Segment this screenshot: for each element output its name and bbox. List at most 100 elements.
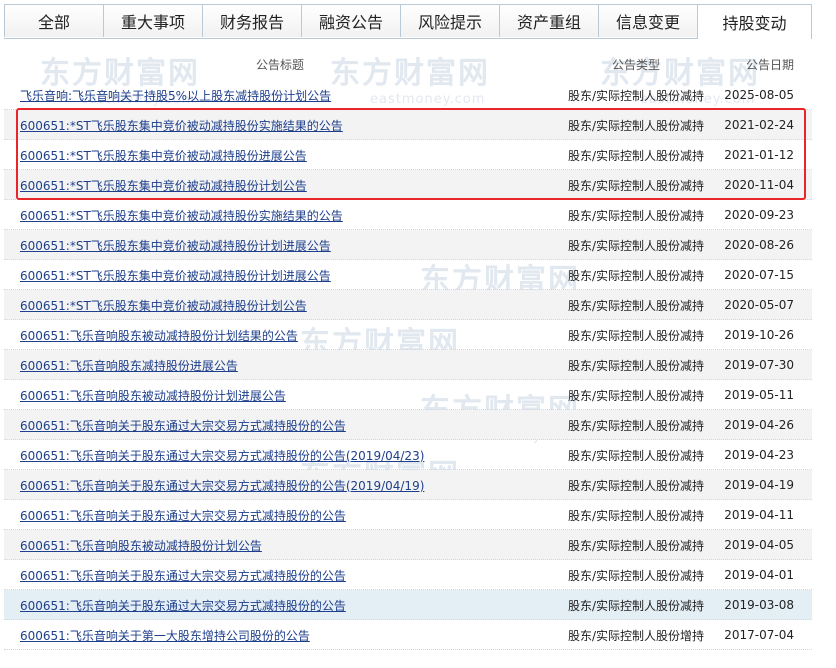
announcement-link[interactable]: 600651:飞乐音响关于股东通过大宗交易方式减持股份的公告 (20, 569, 346, 583)
announcement-link[interactable]: 飞乐音响:飞乐音响关于持股5%以上股东减持股份计划公告 (20, 89, 331, 103)
announcement-link[interactable]: 600651:飞乐音响关于第一大股东增持公司股份的公告 (20, 629, 310, 643)
table-row: 600651:*ST飞乐股东集中竞价被动减持股份计划公告 股东/实际控制人股份减持… (4, 170, 812, 200)
row-type: 股东/实际控制人股份减持 (567, 538, 705, 553)
table-row: 600651:飞乐音响关于第一大股东增持公司股份的公告 股东/实际控制人股份增持 2… (4, 620, 812, 650)
row-date: 2019-04-11 (724, 508, 794, 522)
header-type: 公告类型 (611, 57, 660, 72)
table-row: 600651:飞乐音响股东被动减持股份计划结果的公告 股东/实际控制人股份减持 20… (4, 320, 812, 350)
row-title-cell: 600651:飞乐音响股东被动减持股份计划公告 (4, 537, 556, 554)
announcement-link[interactable]: 600651:飞乐音响关于股东通过大宗交易方式减持股份的公告 (20, 419, 346, 433)
row-date: 2020-05-07 (724, 298, 794, 312)
row-date: 2021-01-12 (724, 148, 794, 162)
announcement-link[interactable]: 600651:*ST飞乐股东集中竞价被动减持股份计划公告 (20, 179, 307, 193)
table-row: 600651:飞乐音响关于股东通过大宗交易方式减持股份的公告 股东/实际控制人股份… (4, 560, 812, 590)
row-date: 2021-02-24 (724, 118, 794, 132)
row-date: 2020-11-04 (724, 178, 794, 192)
row-type: 股东/实际控制人股份减持 (567, 268, 705, 283)
announcement-link[interactable]: 600651:飞乐音响关于股东通过大宗交易方式减持股份的公告 (20, 509, 346, 523)
table-row: 600651:飞乐音响关于股东通过大宗交易方式减持股份的公告 股东/实际控制人股份… (4, 590, 812, 620)
table-row: 600651:*ST飞乐股东集中竞价被动减持股份进展公告 股东/实际控制人股份减持… (4, 140, 812, 170)
announcement-link[interactable]: 600651:飞乐音响股东被动减持股份计划公告 (20, 539, 262, 553)
row-type: 股东/实际控制人股份减持 (567, 178, 705, 193)
table-row: 600651:*ST飞乐股东集中竞价被动减持股份实施结果的公告 股东/实际控制人股… (4, 110, 812, 140)
row-type: 股东/实际控制人股份减持 (567, 508, 705, 523)
row-type: 股东/实际控制人股份减持 (567, 358, 705, 373)
table-row: 600651:飞乐音响关于股东通过大宗交易方式减持股份的公告 股东/实际控制人股份… (4, 410, 812, 440)
row-title-cell: 600651:*ST飞乐股东集中竞价被动减持股份实施结果的公告 (4, 117, 556, 134)
table-row: 600651:飞乐音响股东减持股份进展公告 股东/实际控制人股份减持 2019-07… (4, 350, 812, 380)
announcement-link[interactable]: 600651:飞乐音响关于股东通过大宗交易方式减持股份的公告(2019/04/1… (20, 479, 424, 493)
row-date: 2017-07-04 (724, 628, 794, 642)
row-type: 股东/实际控制人股份减持 (567, 478, 705, 493)
header-date: 公告日期 (745, 57, 794, 72)
table-body: 飞乐音响:飞乐音响关于持股5%以上股东减持股份计划公告 股东/实际控制人股份减持 2… (4, 80, 812, 650)
row-title-cell: 600651:*ST飞乐股东集中竞价被动减持股份计划进展公告 (4, 237, 556, 254)
row-date: 2020-07-15 (724, 268, 794, 282)
row-title-cell: 600651:飞乐音响股东被动减持股份计划进展公告 (4, 387, 556, 404)
row-type: 股东/实际控制人股份减持 (567, 448, 705, 463)
row-date: 2020-09-23 (724, 208, 794, 222)
table-row: 600651:飞乐音响股东被动减持股份计划进展公告 股东/实际控制人股份减持 201… (4, 380, 812, 410)
announcement-link[interactable]: 600651:*ST飞乐股东集中竞价被动减持股份实施结果的公告 (20, 119, 343, 133)
row-type: 股东/实际控制人股份减持 (567, 208, 705, 223)
table-row: 600651:飞乐音响关于股东通过大宗交易方式减持股份的公告(2019/04/1… (4, 470, 812, 500)
row-title-cell: 600651:*ST飞乐股东集中竞价被动减持股份计划进展公告 (4, 267, 556, 284)
tab-2[interactable]: 财务报告 (202, 4, 302, 37)
announcement-link[interactable]: 600651:飞乐音响关于股东通过大宗交易方式减持股份的公告 (20, 599, 346, 613)
row-title-cell: 600651:飞乐音响关于股东通过大宗交易方式减持股份的公告 (4, 417, 556, 434)
row-title-cell: 600651:飞乐音响股东减持股份进展公告 (4, 357, 556, 374)
row-title-cell: 600651:*ST飞乐股东集中竞价被动减持股份计划公告 (4, 177, 556, 194)
row-title-cell: 飞乐音响:飞乐音响关于持股5%以上股东减持股份计划公告 (4, 87, 556, 104)
row-date: 2019-04-26 (724, 418, 794, 432)
row-date: 2019-10-26 (724, 328, 794, 342)
row-date: 2025-08-05 (724, 88, 794, 102)
row-date: 2019-03-08 (724, 598, 794, 612)
header-title: 公告标题 (255, 57, 304, 72)
table-row: 600651:*ST飞乐股东集中竞价被动减持股份计划进展公告 股东/实际控制人股份… (4, 230, 812, 260)
row-date: 2019-05-11 (724, 388, 794, 402)
tab-7[interactable]: 持股变动 (697, 4, 812, 39)
table-row: 600651:*ST飞乐股东集中竞价被动减持股份计划公告 股东/实际控制人股份减持… (4, 290, 812, 320)
row-type: 股东/实际控制人股份减持 (567, 238, 705, 253)
tab-3[interactable]: 融资公告 (301, 4, 401, 37)
tab-0[interactable]: 全部 (4, 4, 104, 37)
row-type: 股东/实际控制人股份减持 (567, 298, 705, 313)
row-title-cell: 600651:*ST飞乐股东集中竞价被动减持股份实施结果的公告 (4, 207, 556, 224)
tab-1[interactable]: 重大事项 (103, 4, 203, 37)
announcement-link[interactable]: 600651:*ST飞乐股东集中竞价被动减持股份实施结果的公告 (20, 209, 343, 223)
row-date: 2019-07-30 (724, 358, 794, 372)
row-title-cell: 600651:*ST飞乐股东集中竞价被动减持股份计划公告 (4, 297, 556, 314)
table-row: 600651:*ST飞乐股东集中竞价被动减持股份实施结果的公告 股东/实际控制人股… (4, 200, 812, 230)
row-type: 股东/实际控制人股份减持 (567, 118, 705, 133)
tab-6[interactable]: 信息变更 (598, 4, 698, 37)
announcement-link[interactable]: 600651:*ST飞乐股东集中竞价被动减持股份计划进展公告 (20, 269, 331, 283)
announcement-table: 公告标题 公告类型 公告日期 飞乐音响:飞乐音响关于持股5%以上股东减持股份计划… (4, 48, 812, 650)
announcement-link[interactable]: 600651:飞乐音响股东减持股份进展公告 (20, 359, 238, 373)
announcement-link[interactable]: 600651:*ST飞乐股东集中竞价被动减持股份计划公告 (20, 299, 307, 313)
announcement-link[interactable]: 600651:飞乐音响股东被动减持股份计划结果的公告 (20, 329, 298, 343)
announcement-link[interactable]: 600651:飞乐音响关于股东通过大宗交易方式减持股份的公告(2019/04/2… (20, 449, 424, 463)
row-title-cell: 600651:飞乐音响关于股东通过大宗交易方式减持股份的公告 (4, 597, 556, 614)
announcement-link[interactable]: 600651:*ST飞乐股东集中竞价被动减持股份进展公告 (20, 149, 307, 163)
table-row: 600651:飞乐音响关于股东通过大宗交易方式减持股份的公告(2019/04/2… (4, 440, 812, 470)
table-row: 飞乐音响:飞乐音响关于持股5%以上股东减持股份计划公告 股东/实际控制人股份减持 2… (4, 80, 812, 110)
row-title-cell: 600651:*ST飞乐股东集中竞价被动减持股份进展公告 (4, 147, 556, 164)
row-date: 2019-04-19 (724, 478, 794, 492)
row-date: 2019-04-23 (724, 448, 794, 462)
row-type: 股东/实际控制人股份减持 (567, 148, 705, 163)
tab-5[interactable]: 资产重组 (499, 4, 599, 37)
table-header: 公告标题 公告类型 公告日期 (4, 48, 812, 80)
row-date: 2019-04-01 (724, 568, 794, 582)
tab-4[interactable]: 风险提示 (400, 4, 500, 37)
row-type: 股东/实际控制人股份减持 (567, 568, 705, 583)
row-title-cell: 600651:飞乐音响关于股东通过大宗交易方式减持股份的公告(2019/04/2… (4, 447, 556, 464)
announcement-link[interactable]: 600651:*ST飞乐股东集中竞价被动减持股份计划进展公告 (20, 239, 331, 253)
row-type: 股东/实际控制人股份减持 (567, 88, 705, 103)
row-title-cell: 600651:飞乐音响关于股东通过大宗交易方式减持股份的公告 (4, 567, 556, 584)
row-title-cell: 600651:飞乐音响股东被动减持股份计划结果的公告 (4, 327, 556, 344)
row-date: 2019-04-05 (724, 538, 794, 552)
table-row: 600651:飞乐音响股东被动减持股份计划公告 股东/实际控制人股份减持 2019-… (4, 530, 812, 560)
row-type: 股东/实际控制人股份减持 (567, 388, 705, 403)
announcement-link[interactable]: 600651:飞乐音响股东被动减持股份计划进展公告 (20, 389, 286, 403)
table-row: 600651:飞乐音响关于股东通过大宗交易方式减持股份的公告 股东/实际控制人股份… (4, 500, 812, 530)
